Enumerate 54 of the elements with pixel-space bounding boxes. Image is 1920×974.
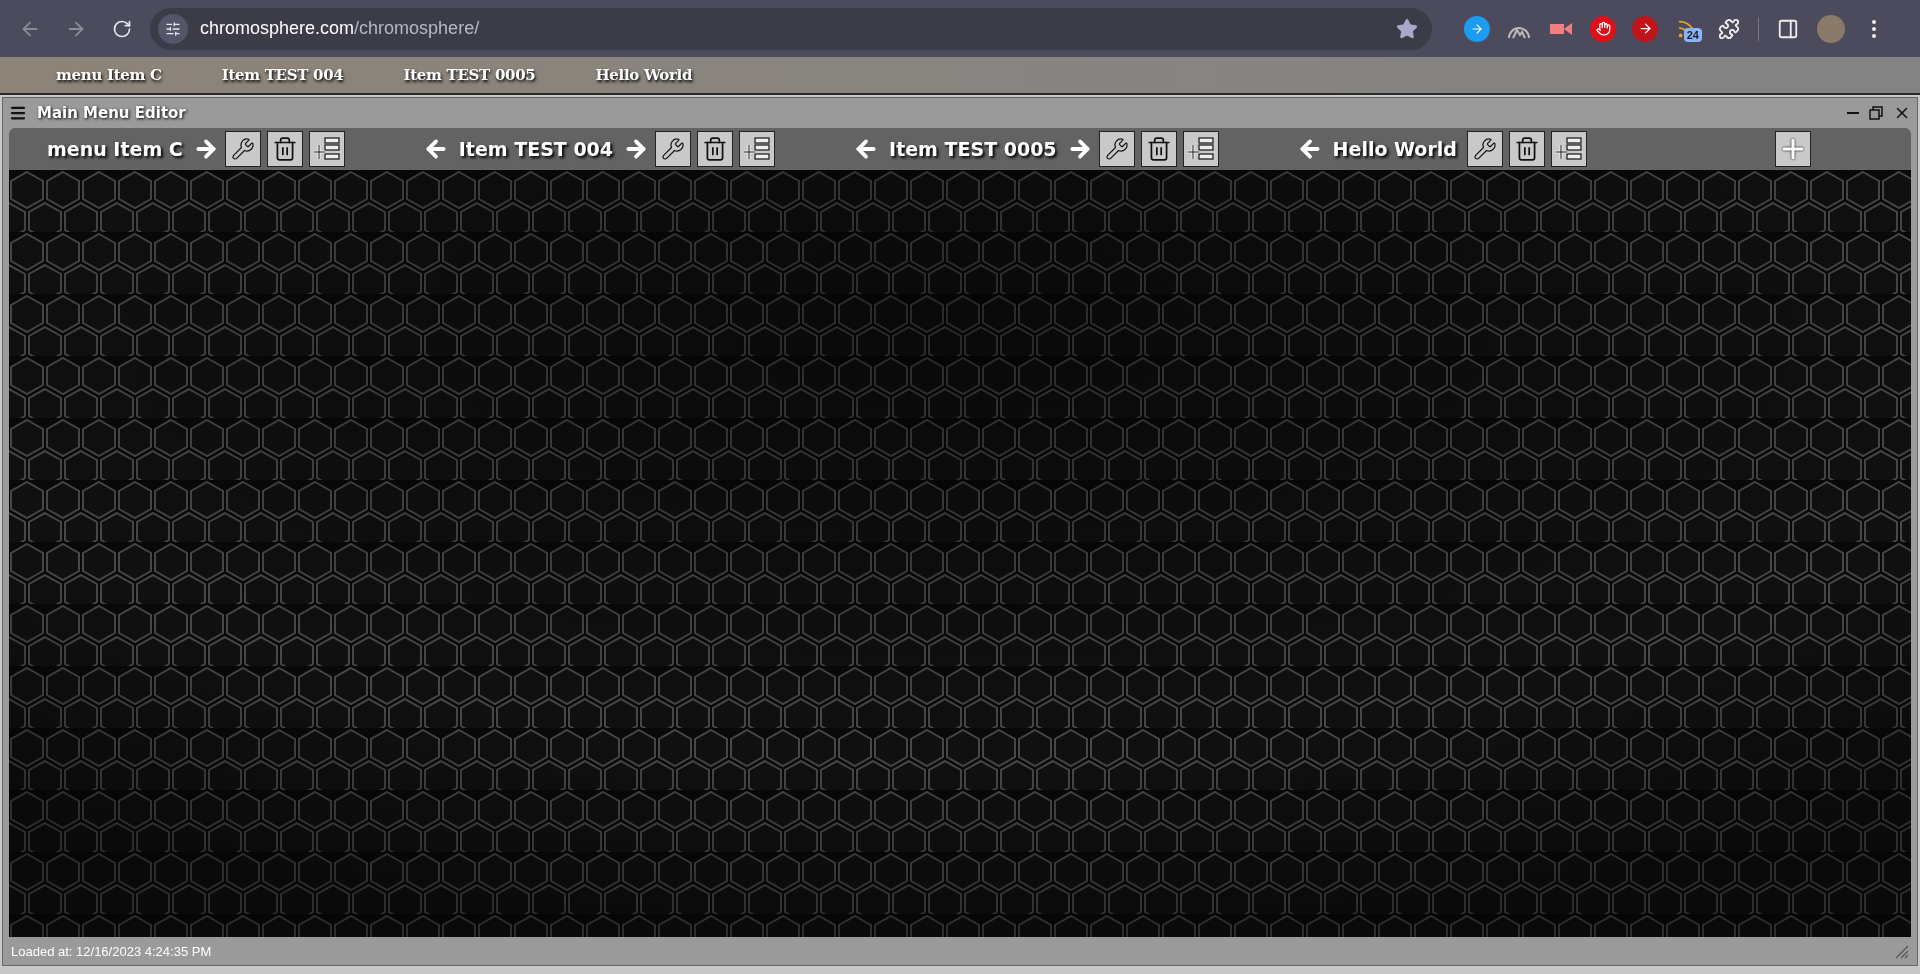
add-list-icon bbox=[1186, 136, 1215, 162]
reload-icon bbox=[112, 18, 132, 39]
restore-button[interactable] bbox=[1869, 106, 1883, 120]
star-icon bbox=[1396, 17, 1418, 40]
edit-wrench-button[interactable] bbox=[655, 131, 692, 167]
menu-item-label: Item TEST 004 bbox=[458, 138, 614, 160]
restore-icon bbox=[1869, 106, 1883, 120]
add-subitem-button[interactable] bbox=[1550, 131, 1587, 167]
puzzle-icon bbox=[1718, 17, 1740, 40]
edit-wrench-button[interactable] bbox=[1466, 131, 1503, 167]
menu-item[interactable]: Item TEST 0005 bbox=[403, 66, 536, 84]
trash-icon bbox=[1513, 136, 1540, 162]
status-text: Loaded at: 12/16/2023 4:24:35 PM bbox=[11, 943, 212, 959]
hamburger-menu-icon bbox=[9, 104, 27, 122]
sliders-icon bbox=[165, 20, 181, 37]
address-bar[interactable]: chromosphere.com/chromosphere/ bbox=[150, 7, 1432, 50]
trash-icon bbox=[702, 136, 729, 162]
delete-trash-button[interactable] bbox=[1140, 131, 1177, 167]
add-subitem-button[interactable] bbox=[308, 131, 345, 167]
menu-item[interactable]: menu Item C bbox=[56, 66, 162, 84]
site-settings-button[interactable] bbox=[158, 13, 188, 44]
menu-item-label: Hello World bbox=[1332, 138, 1457, 160]
delete-trash-button[interactable] bbox=[266, 131, 303, 167]
menu-item[interactable]: Hello World bbox=[595, 66, 693, 84]
menu-item-label: Item TEST 0005 bbox=[889, 138, 1057, 160]
delete-trash-button[interactable] bbox=[1508, 131, 1545, 167]
rss-extension-button[interactable]: 24 bbox=[1674, 15, 1700, 42]
kebab-menu-icon bbox=[1872, 19, 1876, 38]
menu-icon[interactable] bbox=[9, 104, 27, 122]
add-list-icon bbox=[743, 136, 772, 162]
url-text: chromosphere.com/chromosphere/ bbox=[200, 18, 481, 39]
menu-item-label: menu Item C bbox=[47, 138, 183, 160]
edit-wrench-button[interactable] bbox=[224, 131, 261, 167]
wrench-icon bbox=[1472, 137, 1497, 161]
menu-item[interactable]: Item TEST 004 bbox=[221, 66, 344, 84]
add-item-button[interactable] bbox=[1775, 131, 1811, 167]
bookmark-star-button[interactable] bbox=[1396, 17, 1418, 40]
resize-grip-icon[interactable] bbox=[1893, 943, 1909, 959]
wrench-icon bbox=[661, 137, 686, 161]
minimize-icon bbox=[1847, 112, 1859, 114]
hand-icon bbox=[1595, 21, 1611, 36]
add-subitem-button[interactable] bbox=[1182, 131, 1219, 167]
wrench-icon bbox=[1104, 137, 1129, 161]
add-list-icon bbox=[312, 136, 341, 162]
wrench-icon bbox=[230, 137, 255, 161]
add-subitem-button[interactable] bbox=[739, 131, 776, 167]
window-title: Main Menu Editor bbox=[37, 104, 187, 122]
add-list-icon bbox=[1554, 136, 1583, 162]
delete-trash-button[interactable] bbox=[697, 131, 734, 167]
count-badge: 24 bbox=[1683, 27, 1702, 42]
edit-wrench-button[interactable] bbox=[1098, 131, 1135, 167]
trash-icon bbox=[271, 136, 298, 162]
side-panel-icon bbox=[1777, 17, 1799, 40]
trash-icon bbox=[1145, 136, 1172, 162]
